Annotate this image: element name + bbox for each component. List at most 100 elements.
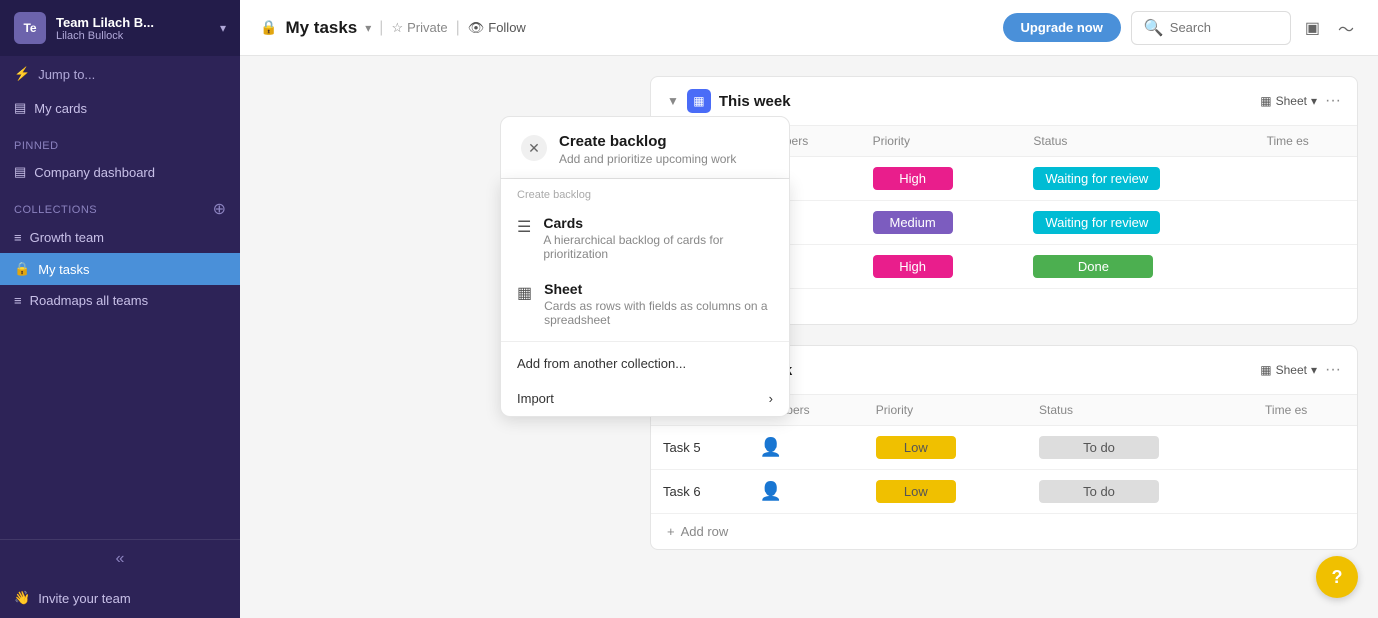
add-row-label-2: Add row bbox=[681, 524, 729, 539]
collapse-sidebar-button[interactable]: « bbox=[0, 540, 240, 578]
collapse-this-week-button[interactable]: ▼ bbox=[667, 94, 679, 108]
sheet-option-info: Sheet Cards as rows with fields as colum… bbox=[544, 281, 773, 327]
task-status: To do bbox=[1027, 426, 1253, 470]
this-week-sheet-button[interactable]: ▦ Sheet ▾ bbox=[1260, 94, 1317, 108]
growth-team-label: Growth team bbox=[30, 230, 104, 245]
activity-button[interactable]: 〜 bbox=[1334, 12, 1358, 44]
lock-icon: 🔒 bbox=[14, 261, 30, 277]
col-priority: Priority bbox=[861, 126, 1022, 157]
user-name: Lilach Bullock bbox=[56, 30, 210, 42]
my-tasks-label: My tasks bbox=[38, 262, 89, 277]
backlog-title: Create backlog bbox=[559, 133, 736, 150]
sidebar-item-company-dashboard[interactable]: ▤ Company dashboard bbox=[0, 156, 240, 188]
search-icon: 🔍 bbox=[1144, 18, 1164, 38]
dropdown-menu: Create backlog ☰ Cards A hierarchical ba… bbox=[500, 179, 790, 417]
next-week-actions: ▦ Sheet ▾ ··· bbox=[1260, 361, 1341, 379]
task-priority: High bbox=[861, 157, 1022, 201]
task-time bbox=[1253, 426, 1357, 470]
invite-team-button[interactable]: 👋 Invite your team bbox=[0, 578, 240, 618]
upgrade-button[interactable]: Upgrade now bbox=[1003, 13, 1121, 42]
task-title: Task 5 bbox=[651, 426, 748, 470]
sidebar-item-my-tasks[interactable]: 🔒 My tasks bbox=[0, 253, 240, 285]
my-cards-label: My cards bbox=[34, 101, 87, 116]
collapse-icon: « bbox=[116, 550, 125, 568]
cards-menu-icon: ☰ bbox=[517, 217, 531, 237]
table-row: Task 6 👤 Low To do bbox=[651, 470, 1357, 514]
dropdown-section-label: Create backlog bbox=[501, 179, 789, 205]
priority-badge: Medium bbox=[873, 211, 953, 234]
follow-button[interactable]: 👁 Follow bbox=[468, 20, 526, 36]
task-priority: High bbox=[861, 245, 1022, 289]
next-week-title: Next week bbox=[719, 362, 1252, 379]
list-icon: ≡ bbox=[14, 230, 22, 245]
close-button[interactable]: ✕ bbox=[521, 135, 547, 161]
task-members: 👤 bbox=[748, 426, 864, 470]
task-time bbox=[1255, 157, 1357, 201]
sidebar-team-header[interactable]: Te Team Lilach B... Lilach Bullock ▾ bbox=[0, 0, 240, 56]
list-icon-2: ≡ bbox=[14, 293, 22, 308]
jump-to-button[interactable]: ⚡ Jump to... bbox=[0, 56, 240, 92]
jump-to-label: Jump to... bbox=[38, 67, 95, 82]
private-label: ☆ Private bbox=[391, 20, 447, 36]
next-week-sheet-button[interactable]: ▦ Sheet ▾ bbox=[1260, 363, 1317, 377]
priority-badge: High bbox=[873, 255, 953, 278]
dropdown-cards-option[interactable]: ☰ Cards A hierarchical backlog of cards … bbox=[501, 205, 789, 271]
chevron-down-icon: ▾ bbox=[220, 21, 226, 35]
sidebar-item-my-cards[interactable]: ▤ My cards bbox=[0, 92, 240, 124]
sidebar-toggle-button[interactable]: ▣ bbox=[1301, 14, 1324, 42]
create-backlog-dropdown: ✕ Create backlog Add and prioritize upco… bbox=[500, 116, 790, 417]
pinned-label: Pinned bbox=[0, 124, 240, 156]
add-from-collection-link[interactable]: Add from another collection... bbox=[501, 346, 789, 381]
task-status: To do bbox=[1027, 470, 1253, 514]
sidebar-item-growth-team[interactable]: ≡ Growth team bbox=[0, 222, 240, 253]
col-status: Status bbox=[1021, 126, 1254, 157]
import-option[interactable]: Import › bbox=[501, 381, 789, 416]
task-title: Task 6 bbox=[651, 470, 748, 514]
team-avatar: Te bbox=[14, 12, 46, 44]
this-week-actions: ▦ Sheet ▾ ··· bbox=[1260, 92, 1341, 110]
sheet-label: Sheet bbox=[1276, 94, 1307, 108]
this-week-title: This week bbox=[719, 93, 1252, 110]
topbar-lock-icon: 🔒 bbox=[260, 19, 277, 36]
next-week-tbody: Task 5 👤 Low To do Task 6 👤 Low To do bbox=[651, 426, 1357, 514]
priority-badge: Low bbox=[876, 480, 956, 503]
search-input[interactable] bbox=[1170, 20, 1270, 35]
task-status: Waiting for review bbox=[1021, 201, 1254, 245]
topbar-divider-2: | bbox=[456, 19, 460, 37]
topbar-title-area: 🔒 My tasks ▾ | ☆ Private | 👁 Follow bbox=[260, 18, 991, 38]
task-time bbox=[1255, 201, 1357, 245]
grid-icon: ▤ bbox=[14, 164, 26, 180]
eye-icon: 👁 bbox=[468, 20, 485, 36]
task-priority: Medium bbox=[861, 201, 1022, 245]
task-priority: Low bbox=[864, 426, 1027, 470]
company-dashboard-label: Company dashboard bbox=[34, 165, 155, 180]
search-box[interactable]: 🔍 bbox=[1131, 11, 1291, 45]
sidebar-item-roadmaps[interactable]: ≡ Roadmaps all teams bbox=[0, 285, 240, 316]
team-info: Team Lilach B... Lilach Bullock bbox=[56, 15, 210, 42]
collections-label: Collections bbox=[14, 204, 97, 216]
this-week-more-button[interactable]: ··· bbox=[1325, 92, 1341, 110]
cards-option-title: Cards bbox=[543, 215, 773, 231]
this-week-icon: ▦ bbox=[687, 89, 711, 113]
backlog-info: Create backlog Add and prioritize upcomi… bbox=[559, 133, 736, 166]
import-label: Import bbox=[517, 391, 554, 406]
hand-icon: 👋 bbox=[14, 590, 30, 606]
sidebar-bottom: « 👋 Invite your team bbox=[0, 539, 240, 618]
member-icon: 👤 bbox=[760, 437, 782, 457]
cards-option-desc: A hierarchical backlog of cards for prio… bbox=[543, 233, 773, 261]
status-badge: To do bbox=[1039, 480, 1159, 503]
add-collection-button[interactable]: ⊕ bbox=[213, 202, 226, 218]
next-week-more-button[interactable]: ··· bbox=[1325, 361, 1341, 379]
dropdown-sheet-option[interactable]: ▦ Sheet Cards as rows with fields as col… bbox=[501, 271, 789, 337]
task-status: Done bbox=[1021, 245, 1254, 289]
status-badge: To do bbox=[1039, 436, 1159, 459]
task-time bbox=[1253, 470, 1357, 514]
backlog-subtitle: Add and prioritize upcoming work bbox=[559, 152, 736, 166]
sheet-label-2: Sheet bbox=[1276, 363, 1307, 377]
plus-icon-2: + bbox=[667, 524, 675, 539]
help-button[interactable]: ? bbox=[1316, 556, 1358, 598]
col-priority-2: Priority bbox=[864, 395, 1027, 426]
topbar-divider: | bbox=[379, 19, 383, 37]
add-row-button-2[interactable]: + Add row bbox=[651, 514, 1357, 549]
content-area: ✕ Create backlog Add and prioritize upco… bbox=[240, 56, 1378, 618]
